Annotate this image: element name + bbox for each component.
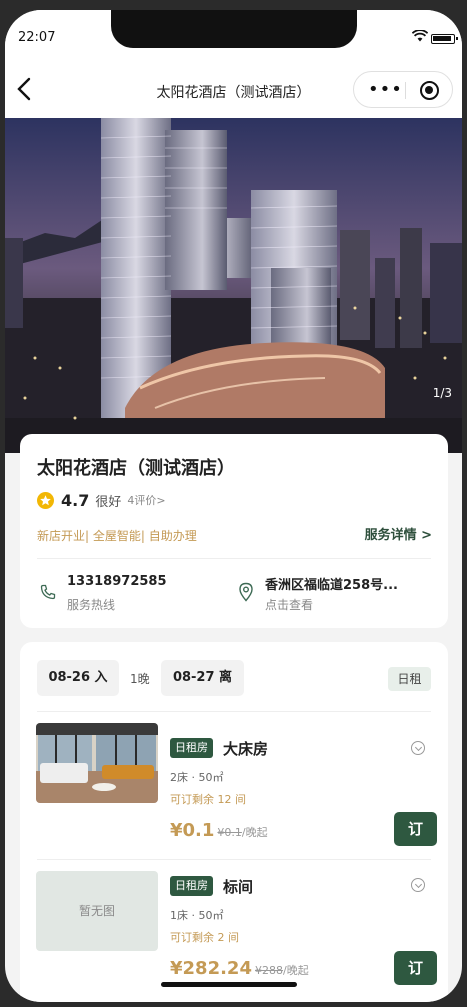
close-mini-program-icon[interactable] <box>420 81 439 100</box>
room-list-card: 08-26 入 1晚 08-27 离 日租 日租房 大床房 2床 · 50㎡ 可… <box>20 642 448 1002</box>
mini-program-capsule: ••• <box>353 71 453 108</box>
hotel-photo-carousel[interactable]: 1/3 <box>5 118 462 453</box>
room-type-badge: 日租房 <box>170 738 213 758</box>
camera-notch <box>111 10 357 48</box>
checkout-date[interactable]: 08-27 离 <box>161 660 244 696</box>
room-price: ¥0.1 ¥0.1/晚起 <box>170 820 268 841</box>
room-photo-placeholder[interactable]: 暂无图 <box>36 871 158 951</box>
more-menu-icon[interactable]: ••• <box>368 81 403 99</box>
location-pin-icon[interactable] <box>238 582 254 602</box>
hotel-address[interactable]: 香洲区福临道258号... <box>265 574 398 593</box>
service-details-link[interactable]: 服务详情 > <box>365 524 432 543</box>
address-label: 点击查看 <box>265 598 314 612</box>
hotel-name: 太阳花酒店（测试酒店） <box>37 458 235 479</box>
hotel-photo <box>5 118 462 453</box>
review-link[interactable]: 4评价> <box>127 492 165 508</box>
room-price: ¥282.24 ¥288/晚起 <box>170 958 309 979</box>
current-price: ¥0.1 <box>170 820 215 841</box>
rating-text: 很好 <box>95 494 122 510</box>
current-price: ¥282.24 <box>170 958 252 979</box>
room-availability: 可订剩余 12 间 <box>170 793 246 806</box>
battery-icon <box>431 34 458 44</box>
phone-screen: 22:07 太阳花酒店（测试酒店） ••• 1/3 太阳花酒店（测试酒店） 4.… <box>5 10 462 1002</box>
original-price: ¥0.1 <box>217 826 242 839</box>
original-price: ¥288 <box>254 964 283 977</box>
room-name[interactable]: 标间 <box>223 876 253 897</box>
status-time: 22:07 <box>18 30 56 45</box>
nav-bar: 太阳花酒店（测试酒店） ••• <box>5 60 462 118</box>
book-button[interactable]: 订 <box>394 812 437 846</box>
book-button[interactable]: 订 <box>394 951 437 985</box>
room-availability: 可订剩余 2 间 <box>170 931 239 944</box>
hotel-info-card: 太阳花酒店（测试酒店） 4.7 很好 4评价> 新店开业| 全屋智能| 自助办理… <box>20 434 448 628</box>
rating-score: 4.7 <box>61 490 90 510</box>
rent-type-tab[interactable]: 日租 <box>388 667 431 691</box>
room-spec: 1床 · 50㎡ <box>170 909 224 922</box>
room-type-badge: 日租房 <box>170 876 213 896</box>
hotel-tags: 新店开业| 全屋智能| 自助办理 <box>37 529 197 543</box>
photo-counter: 1/3 <box>432 386 452 400</box>
divider <box>37 859 431 860</box>
room-photo[interactable] <box>36 723 158 803</box>
nights-count: 1晚 <box>130 672 150 686</box>
expand-chevron-icon[interactable] <box>411 741 425 755</box>
expand-chevron-icon[interactable] <box>411 878 425 892</box>
capsule-divider <box>405 82 406 99</box>
divider <box>37 558 431 559</box>
checkin-date[interactable]: 08-26 入 <box>37 660 119 696</box>
per-night-label: /晚起 <box>282 964 309 977</box>
divider <box>37 711 431 712</box>
service-phone-label: 服务热线 <box>67 598 116 612</box>
star-icon <box>37 491 54 509</box>
rating-row[interactable]: 4.7 很好 4评价> <box>37 489 166 511</box>
per-night-label: /晚起 <box>241 826 268 839</box>
home-indicator[interactable] <box>161 982 297 987</box>
phone-icon[interactable] <box>40 584 56 600</box>
wifi-icon <box>412 30 428 42</box>
service-phone-number[interactable]: 13318972585 <box>67 574 167 589</box>
room-name[interactable]: 大床房 <box>223 738 268 759</box>
room-spec: 2床 · 50㎡ <box>170 771 224 784</box>
